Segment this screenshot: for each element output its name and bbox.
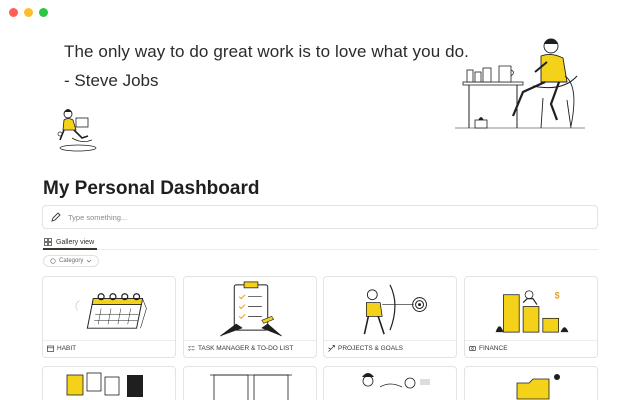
gallery-card-task-manager[interactable]: TASK MANAGER & TO-DO LIST (183, 276, 317, 358)
active-tab-underline (43, 248, 97, 250)
gallery-card-row2-1[interactable] (42, 366, 176, 400)
gallery-card-finance[interactable]: $ FINANCE (464, 276, 598, 358)
task-clipboard-illustration (184, 277, 316, 341)
gallery-card-habit-label: HABIT (47, 345, 76, 352)
svg-text:$: $ (555, 291, 560, 301)
money-icon (469, 346, 476, 351)
people-illustration (362, 373, 430, 389)
gallery-card-projects-goals-label: PROJECTS & GOALS (328, 345, 403, 352)
quick-input-box[interactable] (42, 205, 598, 229)
calendar-icon (47, 345, 54, 352)
quick-input-field[interactable] (68, 212, 568, 222)
gallery-card-row2-2[interactable] (183, 366, 317, 400)
tab-gallery-view-label: Gallery view (56, 238, 95, 246)
category-filter-button[interactable]: Category (43, 255, 100, 267)
gallery-card-finance-title: FINANCE (479, 345, 508, 352)
window-frame-illustration (210, 374, 292, 400)
close-window-button[interactable] (9, 8, 18, 17)
tab-gallery-view[interactable]: Gallery view (44, 235, 94, 249)
tab-divider (42, 249, 598, 250)
person-reading-illustration (57, 109, 97, 152)
gallery-card-task-manager-title: TASK MANAGER & TO-DO LIST (198, 345, 294, 352)
folder-illustration (516, 374, 560, 400)
notes-illustration (66, 372, 143, 397)
gallery-card-row2-3[interactable] (323, 366, 457, 400)
maximize-window-button[interactable] (39, 8, 48, 17)
gallery-card-finance-label: FINANCE (469, 345, 508, 352)
header-quote-author: - Steve Jobs (64, 71, 159, 90)
target-icon (328, 345, 335, 352)
archer-target-illustration (324, 277, 456, 341)
gallery-card-habit[interactable]: HABIT (42, 276, 176, 358)
category-filter-label: Category (59, 258, 84, 264)
pencil-icon (51, 212, 61, 222)
person-coffee-illustration (455, 38, 585, 129)
minimize-window-button[interactable] (24, 8, 33, 17)
filter-icon (50, 258, 56, 264)
gallery-card-projects-goals[interactable]: PROJECTS & GOALS (323, 276, 457, 358)
checklist-icon (188, 345, 195, 351)
finance-chart-illustration: $ (465, 277, 597, 341)
header-quote: The only way to do great work is to love… (64, 42, 470, 61)
window-controls (9, 8, 48, 17)
gallery-card-projects-goals-title: PROJECTS & GOALS (338, 345, 404, 352)
gallery-grid-icon (44, 238, 52, 246)
chevron-down-icon (87, 259, 92, 263)
gallery-card-habit-title: HABIT (57, 345, 77, 352)
page-title: My Personal Dashboard (43, 178, 260, 199)
habit-calendar-illustration (43, 277, 175, 341)
gallery-card-task-manager-label: TASK MANAGER & TO-DO LIST (188, 345, 293, 352)
gallery-card-row2-4[interactable] (464, 366, 598, 400)
